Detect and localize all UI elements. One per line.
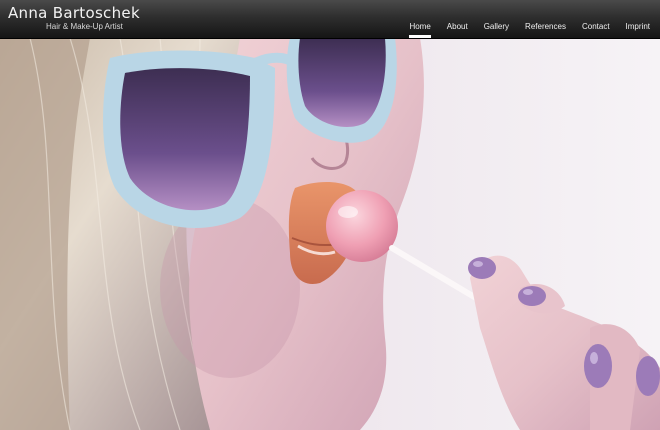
nav-item-contact[interactable]: Contact (574, 0, 618, 38)
page: Anna Bartoschek Hair & Make-Up Artist Ho… (0, 0, 660, 430)
brand-logo[interactable]: Anna Bartoschek Hair & Make-Up Artist (8, 4, 140, 32)
nav-item-gallery[interactable]: Gallery (476, 0, 517, 38)
site-tagline: Hair & Make-Up Artist (46, 22, 123, 31)
nav-item-home[interactable]: Home (401, 0, 438, 38)
nav-item-about[interactable]: About (439, 0, 476, 38)
nav-item-imprint[interactable]: Imprint (618, 0, 660, 38)
nav-item-references[interactable]: References (517, 0, 574, 38)
site-title: Anna Bartoschek (8, 4, 140, 22)
hero-photo (0, 38, 660, 430)
header-bar: Anna Bartoschek Hair & Make-Up Artist Ho… (0, 0, 660, 38)
main-nav: Home About Gallery References Contact Im… (401, 0, 660, 38)
hero-image (0, 38, 660, 430)
